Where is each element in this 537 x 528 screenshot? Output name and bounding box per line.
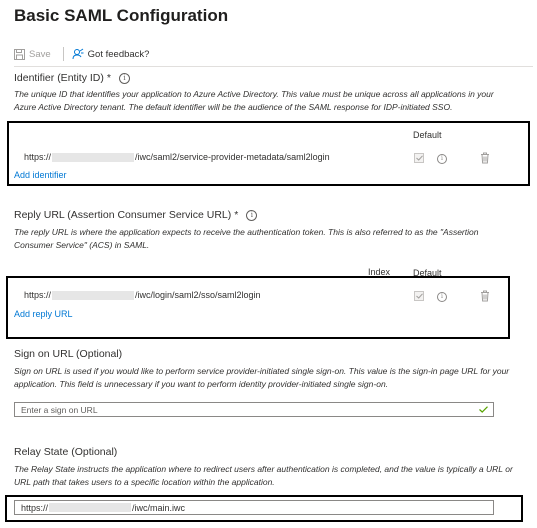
info-icon[interactable]: i [118, 72, 130, 84]
url-prefix: https:// [24, 152, 52, 162]
url-suffix: /iwc/main.iwc [132, 502, 186, 513]
url-prefix: https:// [24, 290, 52, 300]
reply-default-checkbox[interactable] [414, 291, 424, 301]
checkmark-icon [415, 293, 423, 299]
url-suffix: /iwc/saml2/service-provider-metadata/sam… [135, 152, 330, 162]
redacted-host [52, 290, 135, 300]
identifier-default-header: Default [413, 130, 442, 140]
reply-info-icon[interactable]: i [437, 292, 447, 302]
save-button[interactable]: Save [14, 48, 51, 60]
reply-url-description: The reply URL is where the application e… [14, 227, 479, 250]
save-label: Save [29, 48, 51, 60]
delete-icon[interactable] [480, 290, 490, 302]
feedback-icon [72, 48, 84, 60]
feedback-label: Got feedback? [87, 48, 150, 60]
feedback-button[interactable]: Got feedback? [72, 48, 150, 60]
delete-icon[interactable] [480, 152, 490, 164]
signon-url-placeholder: Enter a sign on URL [21, 404, 98, 415]
page-title: Basic SAML Configuration [14, 6, 229, 25]
relay-state-input[interactable]: https:// /iwc/main.iwc [14, 500, 494, 515]
identifier-info-icon[interactable]: i [437, 154, 447, 164]
reply-url-label: Reply URL (Assertion Consumer Service UR… [14, 209, 258, 221]
redacted-host [49, 503, 132, 512]
relay-state-description: The Relay State instructs the applicatio… [14, 464, 513, 487]
relay-state-value: https:// /iwc/main.iwc [21, 503, 185, 513]
required-mark: * [106, 72, 111, 84]
reply-url-value[interactable]: https:// /iwc/login/saml2/sso/saml2login [24, 290, 261, 300]
signon-url-description: Sign on URL is used if you would like to… [14, 366, 510, 389]
signon-url-input[interactable]: Enter a sign on URL [14, 402, 494, 417]
reply-url-label-text: Reply URL (Assertion Consumer Service UR… [14, 209, 232, 221]
identifier-label: Identifier (Entity ID) * i [14, 72, 130, 84]
add-reply-url-link[interactable]: Add reply URL [14, 309, 73, 319]
checkmark-icon [415, 155, 423, 161]
identifier-label-text: Identifier (Entity ID) [14, 72, 104, 84]
toolbar: Save Got feedback? [14, 45, 149, 63]
info-icon[interactable]: i [246, 209, 258, 221]
relay-state-label: Relay State (Optional) [14, 446, 118, 458]
reply-url-highlight-box [6, 276, 510, 339]
redacted-host [52, 152, 135, 162]
add-identifier-link[interactable]: Add identifier [14, 170, 67, 180]
identifier-default-checkbox[interactable] [414, 153, 424, 163]
valid-check-icon [479, 406, 488, 413]
url-suffix: /iwc/login/saml2/sso/saml2login [135, 290, 261, 300]
url-prefix: https:// [21, 502, 49, 513]
toolbar-divider [62, 47, 64, 61]
required-mark: * [234, 209, 239, 221]
identifier-url-value[interactable]: https:// /iwc/saml2/service-provider-met… [24, 152, 330, 162]
toolbar-divider-line [14, 66, 533, 67]
identifier-description: The unique ID that identifies your appli… [14, 89, 494, 112]
signon-url-label: Sign on URL (Optional) [14, 348, 123, 360]
save-icon [14, 48, 25, 60]
